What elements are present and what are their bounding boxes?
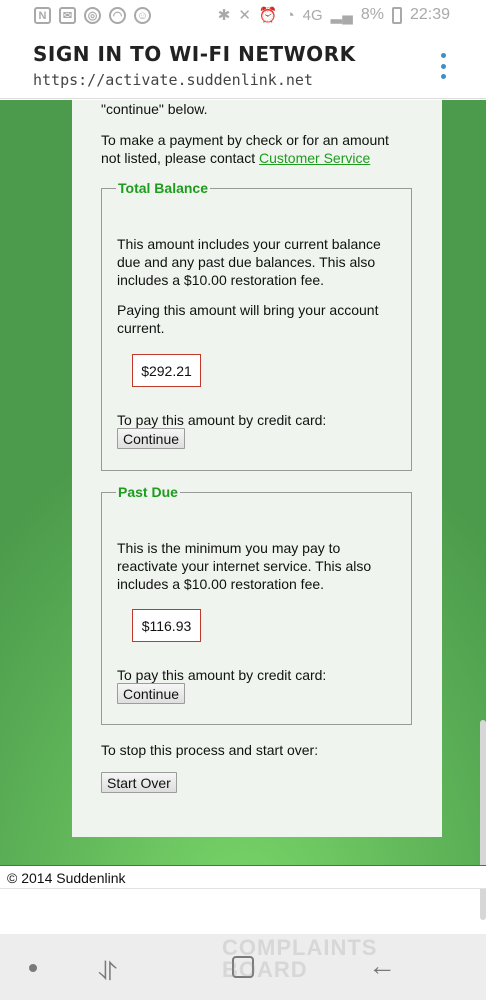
overflow-menu-icon[interactable] xyxy=(438,53,448,79)
past-due-continue-button[interactable]: Continue xyxy=(117,683,186,704)
clock: 22:39 xyxy=(409,6,450,23)
copyright-text: © 2014 Suddenlink xyxy=(7,870,126,886)
total-balance-note-line1: Paying this amount will bring your accou… xyxy=(117,302,379,318)
web-content: "continue" below. To make a payment by c… xyxy=(0,100,486,865)
past-due-amount: $116.93 xyxy=(132,609,201,642)
app-notification-icon: N xyxy=(34,7,51,24)
mute-icon: ✕ xyxy=(238,7,251,24)
battery-icon xyxy=(391,6,402,24)
wifi-icon: ◔ xyxy=(285,6,295,24)
total-balance-box: Total Balance This amount includes your … xyxy=(101,180,412,471)
past-due-description: This is the minimum you may pay to react… xyxy=(117,539,371,593)
network-type-label: 4G xyxy=(302,6,323,24)
recent-apps-icon[interactable]: ⥯ xyxy=(98,956,117,988)
smiley-icon: ☺ xyxy=(134,7,151,24)
total-balance-legend: Total Balance xyxy=(118,180,208,196)
watermark-line2: BOARD xyxy=(222,957,308,982)
past-due-desc-line1: This is the minimum you may pay to xyxy=(117,540,341,556)
past-due-desc-line2: reactivate your internet service. This a… xyxy=(117,558,372,574)
total-balance-description: This amount includes your current balanc… xyxy=(117,235,381,289)
total-balance-desc-line1: This amount includes your current balanc… xyxy=(117,236,381,252)
system-icons: ✱ ✕ ⏰ ◔ 4G ▂▄ 8% 22:39 xyxy=(218,6,450,24)
total-balance-desc-line3: includes a $10.00 restoration fee. xyxy=(117,272,325,288)
browser-header: SIGN IN TO WI-FI NETWORK https://activat… xyxy=(0,33,486,99)
total-balance-desc-line2: due and any past due balances. This also xyxy=(117,254,376,270)
bluetooth-icon: ✱ xyxy=(217,7,231,24)
total-balance-note: Paying this amount will bring your accou… xyxy=(117,301,378,337)
payment-note-line2: not listed, please contact xyxy=(101,150,259,166)
page-footer: © 2014 Suddenlink xyxy=(0,865,486,889)
customer-service-link[interactable]: Customer Service xyxy=(259,150,370,166)
alarm-icon: ⏰ xyxy=(258,7,278,24)
signal-icon: ▂▄ xyxy=(330,7,353,24)
mail-icon: ✉ xyxy=(59,7,76,24)
notification-icons: N ✉ ◎ ◠ ☺ xyxy=(34,7,151,24)
past-due-legend: Past Due xyxy=(118,484,178,500)
watermark-logo: COMPLAINTS BOARD xyxy=(222,937,377,981)
chrome-icon: ◎ xyxy=(84,7,101,24)
stop-process-label: To stop this process and start over: xyxy=(101,742,319,758)
status-bar: N ✉ ◎ ◠ ☺ ✱ ✕ ⏰ ◔ 4G ▂▄ 8% 22:39 xyxy=(0,0,486,33)
content-panel: "continue" below. To make a payment by c… xyxy=(72,100,442,837)
past-due-desc-line3: includes a $10.00 restoration fee. xyxy=(117,576,325,592)
url-label: https://activate.suddenlink.net xyxy=(33,71,313,89)
total-balance-amount: $292.21 xyxy=(132,354,201,387)
nav-dot-icon[interactable] xyxy=(29,964,37,972)
past-due-box: Past Due This is the minimum you may pay… xyxy=(101,484,412,725)
total-balance-note-line2: current. xyxy=(117,320,165,336)
total-balance-continue-button[interactable]: Continue xyxy=(117,428,186,449)
wifi-notification-icon: ◠ xyxy=(109,7,126,24)
battery-percent: 8% xyxy=(360,6,384,23)
payment-note-line1: To make a payment by check or for an amo… xyxy=(101,132,389,148)
past-due-pay-label: To pay this amount by credit card: xyxy=(117,667,327,683)
intro-text: "continue" below. xyxy=(101,101,208,117)
page-scrollbar[interactable] xyxy=(480,720,486,920)
total-balance-pay-label: To pay this amount by credit card: xyxy=(117,412,327,428)
payment-note: To make a payment by check or for an amo… xyxy=(101,131,389,167)
page-title: SIGN IN TO WI-FI NETWORK xyxy=(33,42,356,66)
start-over-button[interactable]: Start Over xyxy=(101,772,177,793)
